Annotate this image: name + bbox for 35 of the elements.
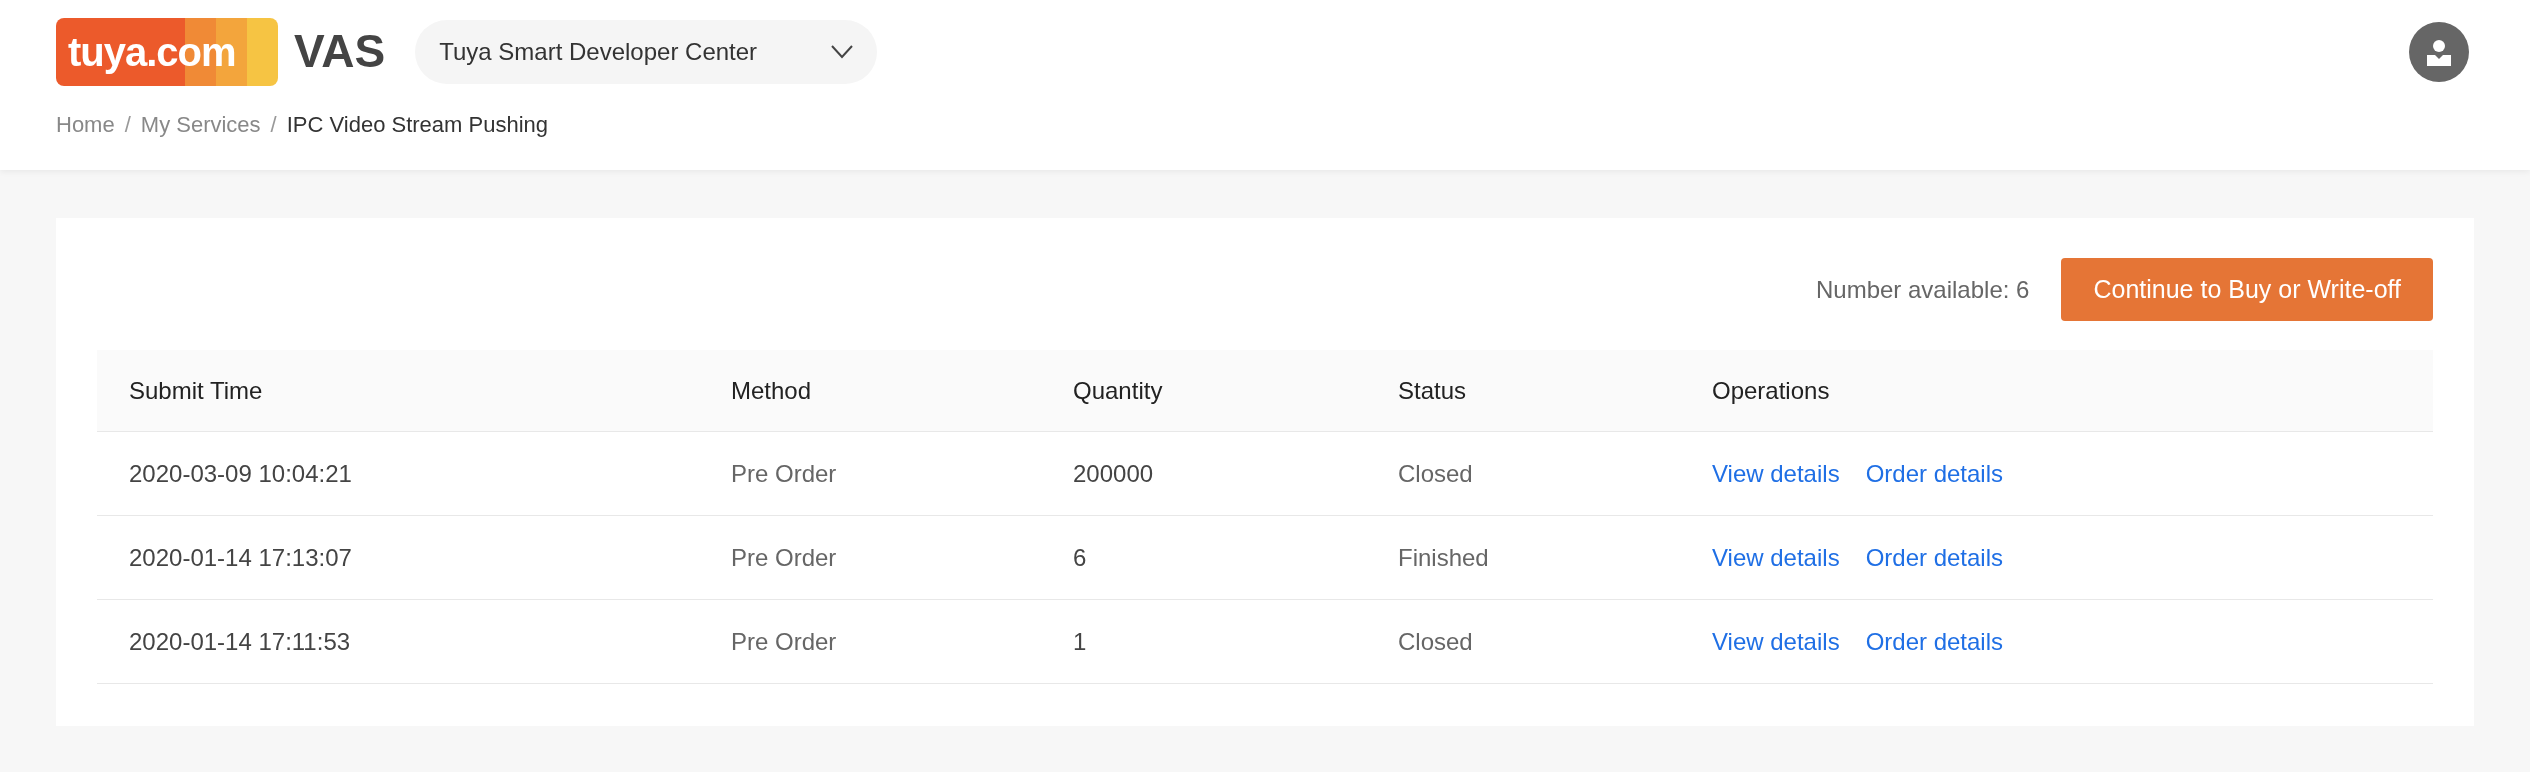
- table-cell: Closed: [1398, 627, 1473, 655]
- table-cell: Pre Order: [731, 543, 837, 571]
- table-cell: 2020-01-14 17:11:53: [129, 627, 351, 655]
- table-cell: 200000: [1073, 459, 1154, 487]
- details-link[interactable]: Order details: [1865, 623, 2004, 660]
- details-link[interactable]: View details: [1712, 539, 1840, 576]
- column-header: Method: [731, 376, 812, 404]
- user-avatar-icon[interactable]: [2409, 21, 2469, 82]
- breadcrumb-separator: /: [124, 111, 131, 139]
- table-cell: Pre Order: [731, 459, 837, 487]
- column-header: Status: [1398, 376, 1467, 404]
- table-cell: 2020-03-09 10:04:21: [129, 459, 352, 487]
- table-cell: Finished: [1398, 543, 1489, 571]
- logo[interactable]: tuya.com: [56, 17, 278, 86]
- workspace-dropdown[interactable]: Tuya Smart Developer Center: [415, 19, 878, 84]
- chevron-down-icon: [831, 44, 854, 59]
- details-link[interactable]: Order details: [1865, 455, 2004, 492]
- available-count: Number available: 6: [1816, 274, 2030, 305]
- table-cell: 6: [1073, 543, 1087, 571]
- breadcrumb-current: IPC Video Stream Pushing: [286, 111, 549, 139]
- continue-button[interactable]: Continue to Buy or Write-off: [2061, 258, 2433, 321]
- details-link[interactable]: View details: [1712, 623, 1840, 660]
- column-header: Quantity: [1073, 376, 1163, 404]
- table-cell: 1: [1073, 627, 1087, 655]
- product-name: VAS: [294, 24, 386, 79]
- breadcrumb-link[interactable]: Home: [56, 108, 115, 141]
- table-cell: Pre Order: [731, 627, 837, 655]
- details-link[interactable]: Order details: [1865, 539, 2004, 576]
- table-cell: Closed: [1398, 459, 1473, 487]
- column-header: Operations: [1712, 376, 1830, 404]
- table-cell: 2020-01-14 17:13:07: [129, 543, 352, 571]
- details-link[interactable]: View details: [1712, 455, 1840, 492]
- breadcrumb-link[interactable]: My Services: [140, 108, 261, 141]
- column-header: Submit Time: [129, 376, 263, 404]
- breadcrumb-separator: /: [270, 111, 277, 139]
